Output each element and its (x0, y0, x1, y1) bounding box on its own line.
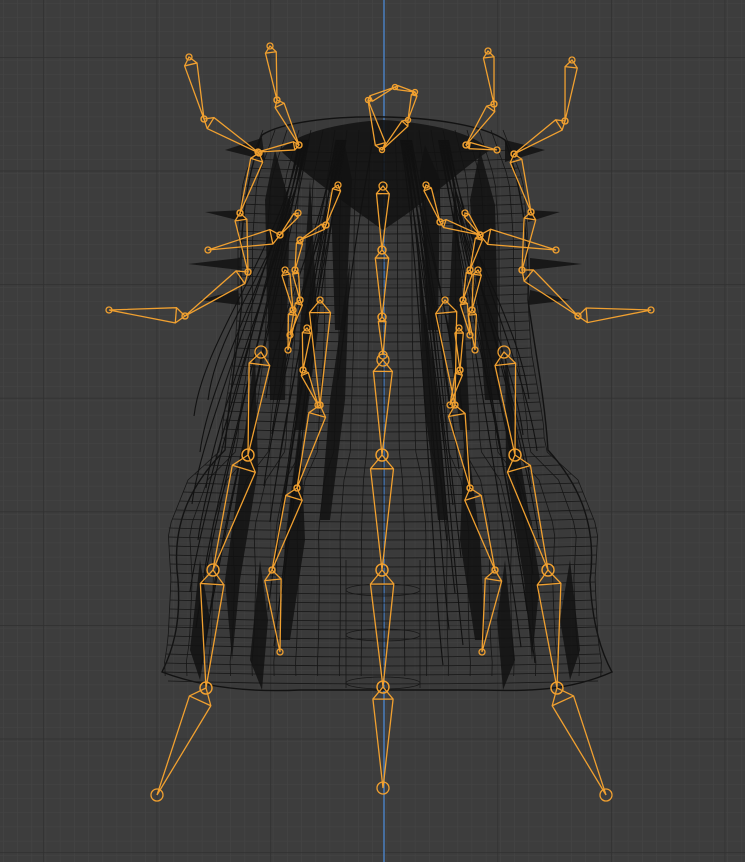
3d-viewport[interactable] (0, 0, 745, 862)
viewport-canvas[interactable] (0, 0, 745, 862)
